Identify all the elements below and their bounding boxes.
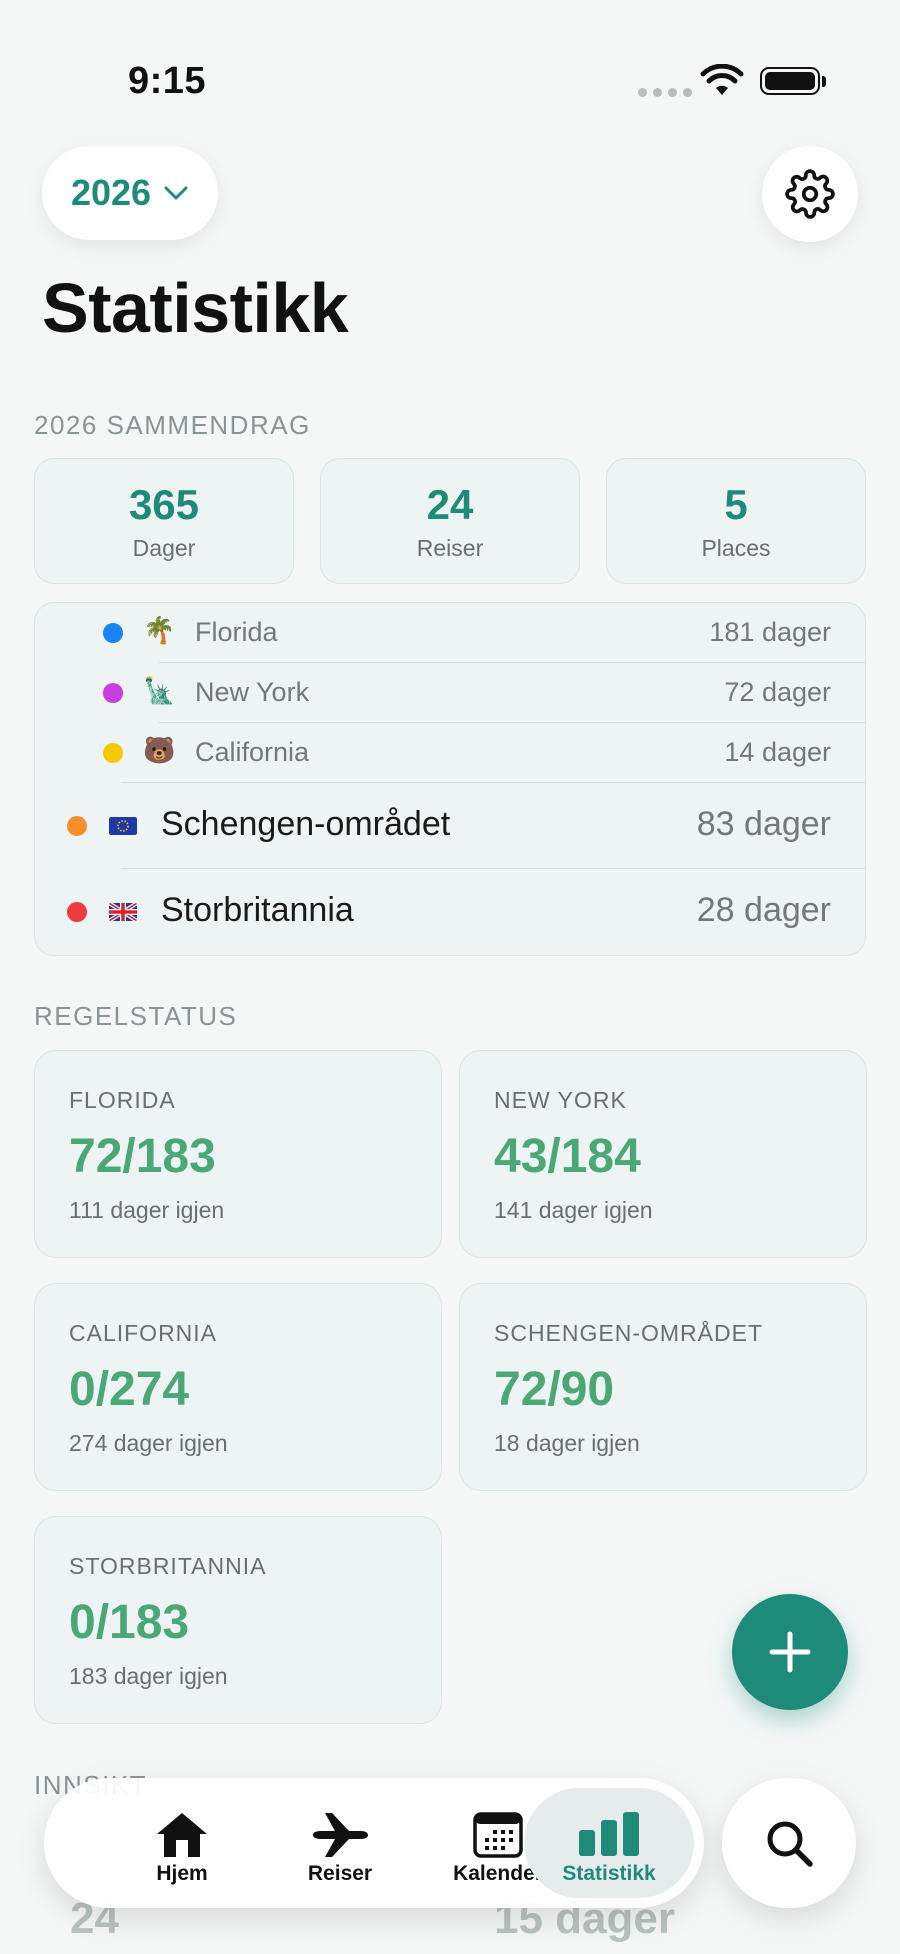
house-icon [157, 1813, 207, 1857]
rule-remaining: 111 dager igjen [69, 1197, 225, 1223]
rule-card-storbritannia[interactable]: STORBRITANNIA 0/183 183 dager igjen [34, 1516, 442, 1724]
rule-remaining: 141 dager igjen [494, 1197, 653, 1223]
bear-icon: 🐻 [143, 735, 176, 765]
tab-hjem[interactable]: Hjem [112, 1788, 252, 1898]
stat-label: Dager [132, 535, 196, 561]
search-button[interactable] [722, 1778, 856, 1908]
battery-cap [822, 76, 826, 87]
region-name: California [195, 737, 310, 767]
page-title: Statistikk [42, 269, 349, 347]
rule-name: CALIFORNIA [69, 1320, 218, 1346]
stat-label: Places [701, 535, 771, 561]
summary-section-label: 2026 SAMMENDRAG [34, 410, 311, 440]
region-name: Florida [195, 617, 278, 647]
region-days: 28 dager [696, 891, 831, 929]
region-name: Schengen-området [161, 805, 451, 843]
eu-flag-icon [109, 817, 137, 835]
region-name: New York [195, 677, 310, 707]
region-days: 72 dager [724, 677, 831, 707]
list-item-new-york[interactable]: 🗽 New York 72 dager [35, 663, 865, 723]
region-days: 83 dager [696, 805, 831, 843]
stat-card-places: 5 Places [606, 458, 866, 584]
stat-value: 5 [724, 481, 748, 528]
region-days: 14 dager [724, 737, 831, 767]
add-trip-button[interactable] [732, 1594, 848, 1710]
color-dot [103, 683, 123, 703]
statue-of-liberty-icon: 🗽 [143, 675, 176, 705]
color-dot [67, 902, 87, 922]
status-time: 9:15 [128, 60, 207, 102]
uk-flag-icon [109, 903, 137, 921]
color-dot [67, 816, 87, 836]
year-label: 2026 [70, 172, 152, 213]
region-name: Storbritannia [161, 891, 354, 929]
rule-name: FLORIDA [69, 1087, 176, 1113]
rule-remaining: 18 dager igjen [494, 1430, 640, 1456]
list-item-storbritannia[interactable]: Storbritannia 28 dager [35, 869, 865, 955]
region-days: 181 dager [709, 617, 831, 647]
list-item-schengen[interactable]: Schengen-området 83 dager [35, 783, 865, 869]
calendar-icon [473, 1812, 523, 1858]
chevron-down-icon [164, 186, 188, 200]
year-selector-button[interactable]: 2026 [42, 146, 218, 240]
search-icon [767, 1821, 813, 1867]
tab-statistikk[interactable]: Statistikk [524, 1788, 694, 1898]
rule-value: 0/274 [69, 1363, 190, 1416]
rule-value: 0/183 [69, 1596, 190, 1649]
stat-card-days: 365 Dager [34, 458, 294, 584]
battery-icon [760, 67, 820, 95]
rules-section-label: REGELSTATUS [34, 1001, 238, 1031]
color-dot [103, 623, 123, 643]
list-item-california[interactable]: 🐻 California 14 dager [35, 723, 865, 783]
region-days-list: 🌴 Florida 181 dager 🗽 New York 72 dager … [34, 602, 866, 956]
rule-remaining: 183 dager igjen [69, 1663, 228, 1689]
rule-value: 72/183 [69, 1130, 216, 1183]
wifi-icon [700, 63, 744, 103]
cellular-signal-icon [638, 88, 692, 97]
rule-remaining: 274 dager igjen [69, 1430, 228, 1456]
tab-label: Statistikk [562, 1862, 656, 1885]
tab-bar: Hjem Reiser Kalender Statistikk [44, 1778, 704, 1908]
rule-value: 43/184 [494, 1130, 641, 1183]
stat-card-trips: 24 Reiser [320, 458, 580, 584]
rule-card-new-york[interactable]: NEW YORK 43/184 141 dager igjen [459, 1050, 867, 1258]
rule-card-california[interactable]: CALIFORNIA 0/274 274 dager igjen [34, 1283, 442, 1491]
airplane-icon [313, 1813, 368, 1857]
rule-card-florida[interactable]: FLORIDA 72/183 111 dager igjen [34, 1050, 442, 1258]
rule-value: 72/90 [494, 1363, 615, 1416]
tab-reiser[interactable]: Reiser [270, 1788, 410, 1898]
rule-card-schengen[interactable]: SCHENGEN-OMRÅDET 72/90 18 dager igjen [459, 1283, 867, 1491]
gear-icon [785, 169, 835, 219]
stat-value: 24 [426, 481, 474, 528]
stat-label: Reiser [416, 535, 484, 561]
list-item-florida[interactable]: 🌴 Florida 181 dager [35, 603, 865, 663]
chart-bars-icon [579, 1812, 639, 1856]
tab-label: Hjem [156, 1862, 208, 1885]
tab-label: Reiser [307, 1862, 373, 1885]
color-dot [103, 743, 123, 763]
plus-icon [769, 1631, 811, 1673]
rule-name: SCHENGEN-OMRÅDET [494, 1320, 764, 1346]
rule-name: STORBRITANNIA [69, 1553, 267, 1579]
palm-tree-icon: 🌴 [143, 615, 176, 645]
rule-name: NEW YORK [494, 1087, 627, 1113]
stat-value: 365 [128, 481, 200, 528]
settings-button[interactable] [762, 146, 858, 242]
